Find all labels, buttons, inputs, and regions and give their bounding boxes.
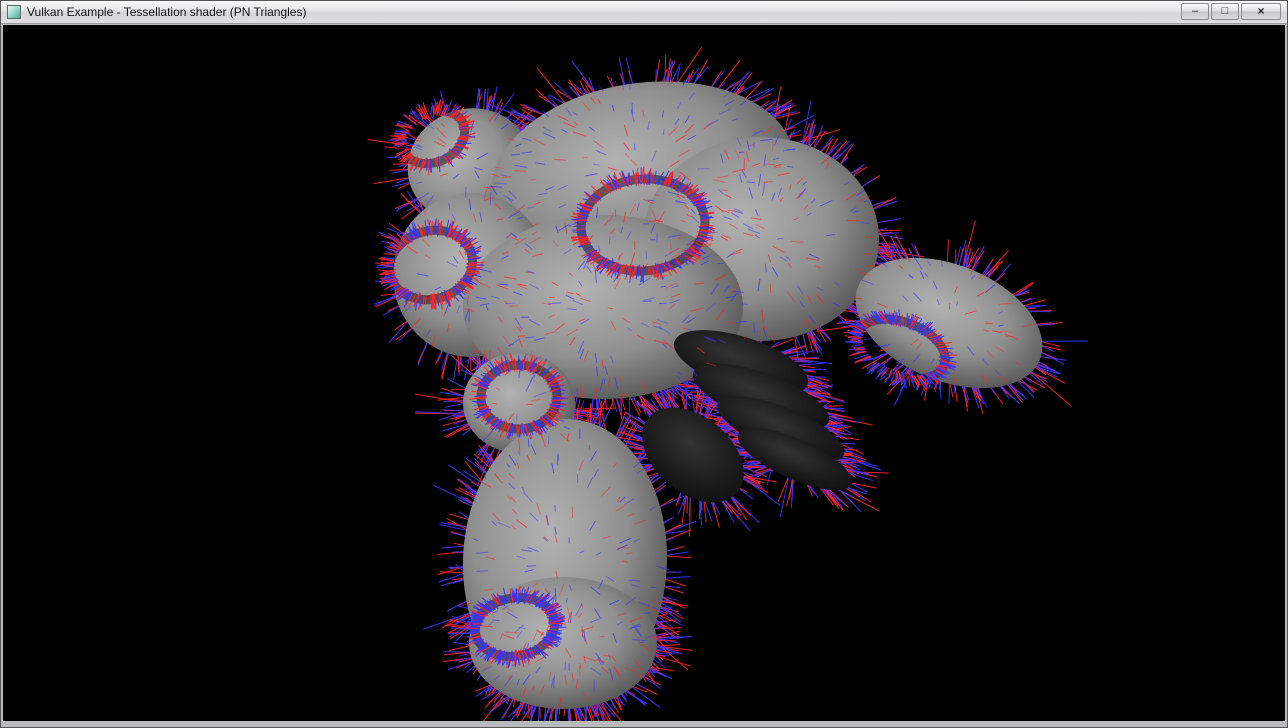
maximize-button[interactable]: □ xyxy=(1211,3,1239,20)
minimize-icon: – xyxy=(1192,6,1198,17)
close-button[interactable]: × xyxy=(1241,3,1281,20)
render-client-area xyxy=(3,25,1285,721)
window-title: Vulkan Example - Tessellation shader (PN… xyxy=(27,1,1283,23)
caption-buttons: – □ × xyxy=(1179,3,1281,20)
app-icon[interactable] xyxy=(7,5,21,19)
app-window: Vulkan Example - Tessellation shader (PN… xyxy=(0,0,1288,728)
title-bar[interactable]: Vulkan Example - Tessellation shader (PN… xyxy=(1,1,1287,24)
render-viewport[interactable] xyxy=(3,25,1285,721)
minimize-button[interactable]: – xyxy=(1181,3,1209,20)
maximize-icon: □ xyxy=(1222,6,1229,17)
close-icon: × xyxy=(1257,6,1264,17)
